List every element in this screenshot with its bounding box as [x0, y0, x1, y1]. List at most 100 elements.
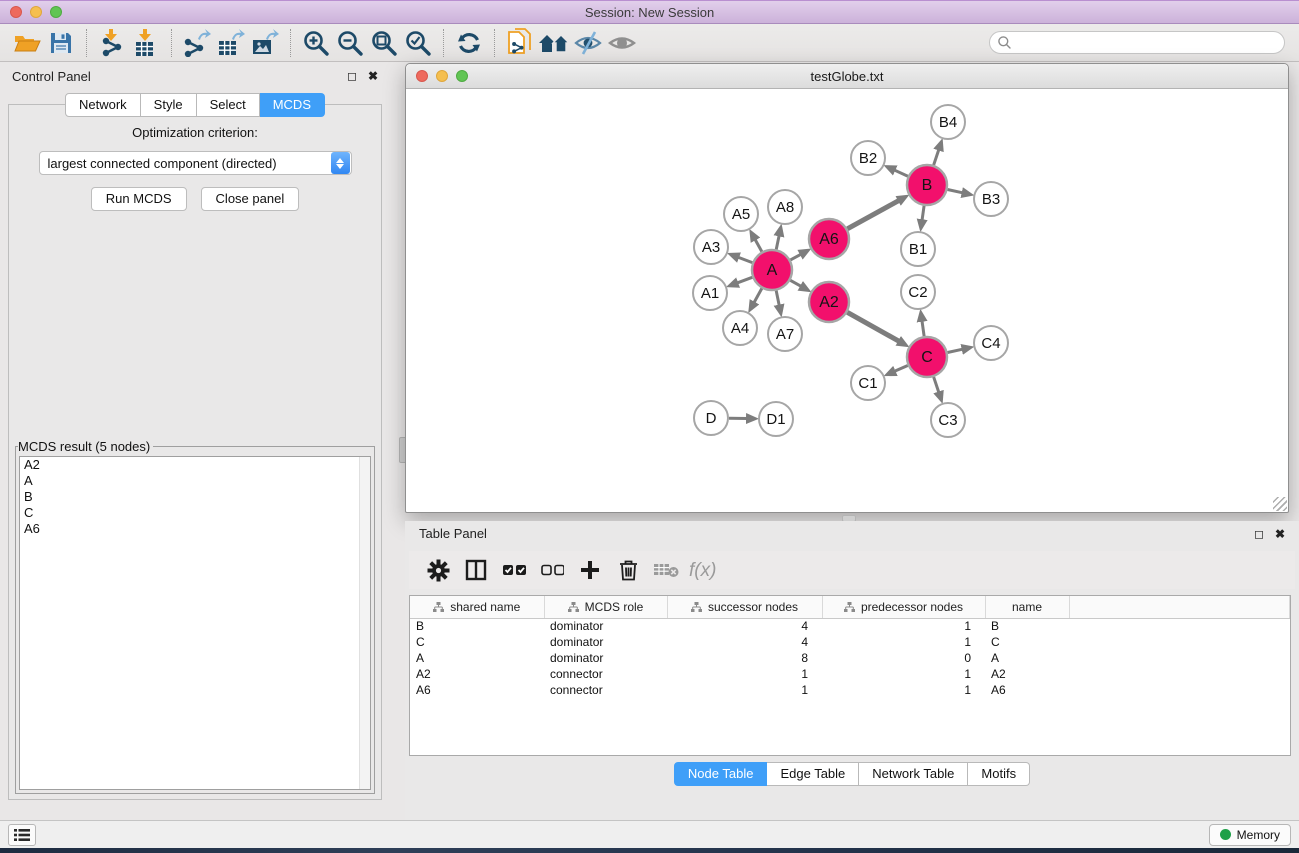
tab-network-table[interactable]: Network Table	[859, 762, 968, 786]
resize-grip-icon[interactable]	[1273, 497, 1287, 511]
table-row[interactable]: Cdominator41C	[410, 634, 1290, 650]
graph-edge-A-A1[interactable]	[737, 277, 752, 283]
cell-name: A2	[985, 666, 1069, 682]
tab-node-table[interactable]: Node Table	[674, 762, 768, 786]
result-item[interactable]: A6	[20, 521, 370, 537]
graph-edge-B-B1[interactable]	[922, 206, 924, 220]
graph-edge-B-B4[interactable]	[934, 150, 939, 166]
toolbar-separator	[171, 29, 172, 57]
import-network-icon[interactable]	[95, 27, 129, 59]
function-builder-icon[interactable]: f(x)	[685, 553, 723, 587]
export-image-icon[interactable]	[248, 27, 282, 59]
graph-node-label-D1: D1	[766, 411, 785, 428]
table-row[interactable]: A6connector11A6	[410, 682, 1290, 698]
tab-select[interactable]: Select	[197, 93, 260, 117]
network-canvas[interactable]: B4B2BB3A8A5A6A3B1AC2A1A2A4A7C4CC1DD1C3	[406, 89, 1288, 512]
home-icon[interactable]	[537, 27, 571, 59]
column-header-mcds-role[interactable]: MCDS role	[544, 596, 667, 618]
search-input[interactable]	[1012, 36, 1284, 50]
zoom-selected-icon[interactable]	[401, 27, 435, 59]
tab-mcds[interactable]: MCDS	[260, 93, 325, 117]
cell-predecessor-nodes: 1	[822, 666, 985, 682]
delete-table-icon[interactable]	[647, 553, 685, 587]
add-column-icon[interactable]	[571, 553, 609, 587]
graph-edge-A-A2[interactable]	[790, 280, 801, 286]
desktop-background	[0, 848, 1299, 853]
graph-edge-C-C3[interactable]	[934, 377, 939, 393]
delete-column-icon[interactable]	[609, 553, 647, 587]
table-float-icon[interactable]: ◻	[1254, 528, 1264, 540]
graph-edge-A-A5[interactable]	[755, 239, 762, 251]
column-header-successor-nodes[interactable]: successor nodes	[667, 596, 822, 618]
deselect-all-icon[interactable]	[533, 553, 571, 587]
graph-edge-A-A7[interactable]	[776, 291, 779, 306]
export-network-icon[interactable]	[180, 27, 214, 59]
zoom-out-icon[interactable]	[333, 27, 367, 59]
zoom-in-icon[interactable]	[299, 27, 333, 59]
hide-selected-icon[interactable]	[571, 27, 605, 59]
cell-successor-nodes: 8	[667, 650, 822, 666]
new-network-from-file-icon[interactable]	[503, 27, 537, 59]
close-panel-icon[interactable]: ✖	[368, 70, 378, 82]
table-row[interactable]: Bdominator41B	[410, 618, 1290, 634]
graph-edge-C-C4[interactable]	[948, 349, 963, 352]
save-icon[interactable]	[44, 27, 78, 59]
run-mcds-button[interactable]: Run MCDS	[91, 187, 187, 211]
import-table-icon[interactable]	[129, 27, 163, 59]
tab-edge-table[interactable]: Edge Table	[767, 762, 859, 786]
result-item[interactable]: B	[20, 489, 370, 505]
table-row[interactable]: Adominator80A	[410, 650, 1290, 666]
toolbar-separator	[443, 29, 444, 57]
select-all-icon[interactable]	[495, 553, 533, 587]
toggle-panel-icon[interactable]	[457, 553, 495, 587]
graph-edge-B-B3[interactable]	[948, 189, 963, 192]
column-header-name[interactable]: name	[985, 596, 1069, 618]
graph-edge-A-A6[interactable]	[790, 254, 800, 260]
float-panel-icon[interactable]: ◻	[347, 70, 357, 82]
graph-edge-B-B2[interactable]	[894, 170, 908, 176]
column-header-predecessor-nodes[interactable]: predecessor nodes	[822, 596, 985, 618]
network-graph: B4B2BB3A8A5A6A3B1AC2A1A2A4A7C4CC1DD1C3	[406, 89, 1288, 512]
tab-style[interactable]: Style	[141, 93, 197, 117]
tab-network[interactable]: Network	[65, 93, 141, 117]
table-row[interactable]: A2connector11A2	[410, 666, 1290, 682]
memory-button[interactable]: Memory	[1209, 824, 1291, 846]
zoom-fit-icon[interactable]	[367, 27, 401, 59]
cell-shared-name: A2	[410, 666, 544, 682]
control-panel-title: Control Panel	[12, 69, 336, 84]
table-close-icon[interactable]: ✖	[1275, 528, 1285, 540]
settings-gear-icon[interactable]	[419, 553, 457, 587]
task-history-button[interactable]	[8, 824, 36, 846]
search-field[interactable]	[989, 31, 1285, 54]
show-all-icon[interactable]	[605, 27, 639, 59]
export-table-icon[interactable]	[214, 27, 248, 59]
result-scrollbar[interactable]	[359, 457, 370, 789]
column-header-shared-name[interactable]: shared name	[410, 596, 544, 618]
tab-motifs[interactable]: Motifs	[968, 762, 1030, 786]
mcds-result-list[interactable]: A2ABCA6	[19, 456, 371, 790]
graph-node-label-C: C	[921, 349, 933, 366]
result-item[interactable]: C	[20, 505, 370, 521]
refresh-icon[interactable]	[452, 27, 486, 59]
table-toolbar: f(x)	[409, 551, 1295, 589]
graph-node-label-C2: C2	[908, 284, 927, 301]
table-panel-title: Table Panel	[419, 526, 1243, 541]
graph-edge-A-A3[interactable]	[738, 257, 752, 262]
open-folder-icon[interactable]	[10, 27, 44, 59]
criterion-dropdown[interactable]: largest connected component (directed)	[39, 151, 352, 175]
graph-edge-A-A4[interactable]	[754, 288, 762, 302]
graph-edge-A2-C[interactable]	[847, 312, 899, 341]
right-area: testGlobe.txt B4B2BB3A8A5A6A3B1AC2A1A2A4…	[390, 63, 1299, 820]
mcds-tab-content: Optimization criterion: largest connecte…	[8, 104, 382, 800]
graph-edge-C-C2[interactable]	[922, 321, 924, 336]
graph-node-label-A5: A5	[732, 206, 750, 223]
close-panel-button[interactable]: Close panel	[201, 187, 300, 211]
graph-node-label-A4: A4	[731, 320, 749, 337]
graph-edge-C-C1[interactable]	[895, 365, 908, 371]
result-item[interactable]: A2	[20, 457, 370, 473]
graph-edge-A6-B[interactable]	[847, 200, 899, 228]
graph-edge-A-A8[interactable]	[776, 235, 779, 249]
result-item[interactable]: A	[20, 473, 370, 489]
cell-successor-nodes: 1	[667, 682, 822, 698]
node-table: shared nameMCDS rolesuccessor nodesprede…	[409, 595, 1291, 756]
